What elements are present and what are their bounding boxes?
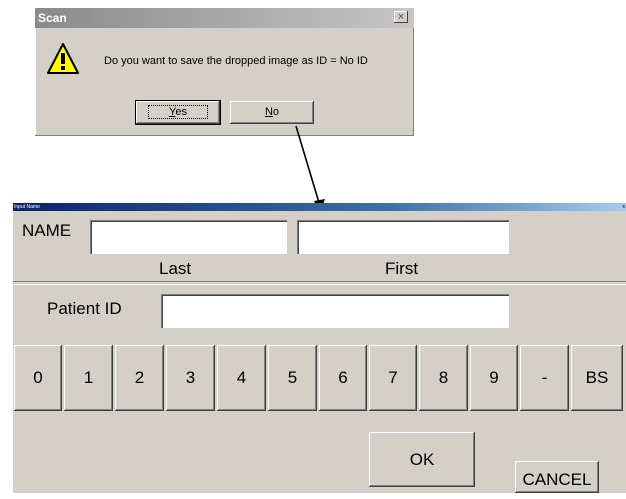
last-name-field[interactable] xyxy=(90,220,287,254)
key-9[interactable]: 9 xyxy=(470,345,518,411)
key-backspace[interactable]: BS xyxy=(571,345,623,411)
key-1[interactable]: 1 xyxy=(64,345,113,411)
no-button[interactable]: No xyxy=(230,101,314,124)
cancel-button[interactable]: CANCEL xyxy=(515,461,599,493)
ok-button[interactable]: OK xyxy=(369,432,475,487)
scan-dialog-titlebar[interactable]: Scan × xyxy=(35,8,414,28)
key-4[interactable]: 4 xyxy=(217,345,266,411)
warning-icon xyxy=(47,43,79,74)
input-name-titlebar[interactable]: Input Name x xyxy=(13,203,626,211)
key-7[interactable]: 7 xyxy=(369,345,417,411)
key-6[interactable]: 6 xyxy=(319,345,367,411)
scan-dialog: Scan × Do you want to save the dropped i… xyxy=(35,8,414,136)
yes-button[interactable]: Yes xyxy=(135,100,221,125)
scan-dialog-title: Scan xyxy=(38,11,67,25)
key-0[interactable]: 0 xyxy=(14,345,62,411)
input-name-window: Input Name x NAME Last First Patient ID … xyxy=(13,203,626,493)
input-name-title: Input Name xyxy=(14,204,40,210)
first-name-field[interactable] xyxy=(297,220,509,254)
patient-id-label: Patient ID xyxy=(47,299,122,318)
key-3[interactable]: 3 xyxy=(166,345,215,411)
key-dash[interactable]: - xyxy=(520,345,569,411)
last-label: Last xyxy=(159,259,192,278)
keypad: 0 1 2 3 4 5 6 7 8 9 - BS xyxy=(13,345,626,413)
patient-id-field[interactable] xyxy=(161,294,509,328)
first-label: First xyxy=(385,259,419,278)
close-icon[interactable]: × xyxy=(394,11,408,23)
key-5[interactable]: 5 xyxy=(268,345,317,411)
name-label: NAME xyxy=(22,221,72,240)
key-2[interactable]: 2 xyxy=(115,345,164,411)
divider xyxy=(13,281,626,285)
close-icon[interactable]: x xyxy=(623,203,626,211)
scan-dialog-message: Do you want to save the dropped image as… xyxy=(104,55,368,67)
key-8[interactable]: 8 xyxy=(419,345,468,411)
